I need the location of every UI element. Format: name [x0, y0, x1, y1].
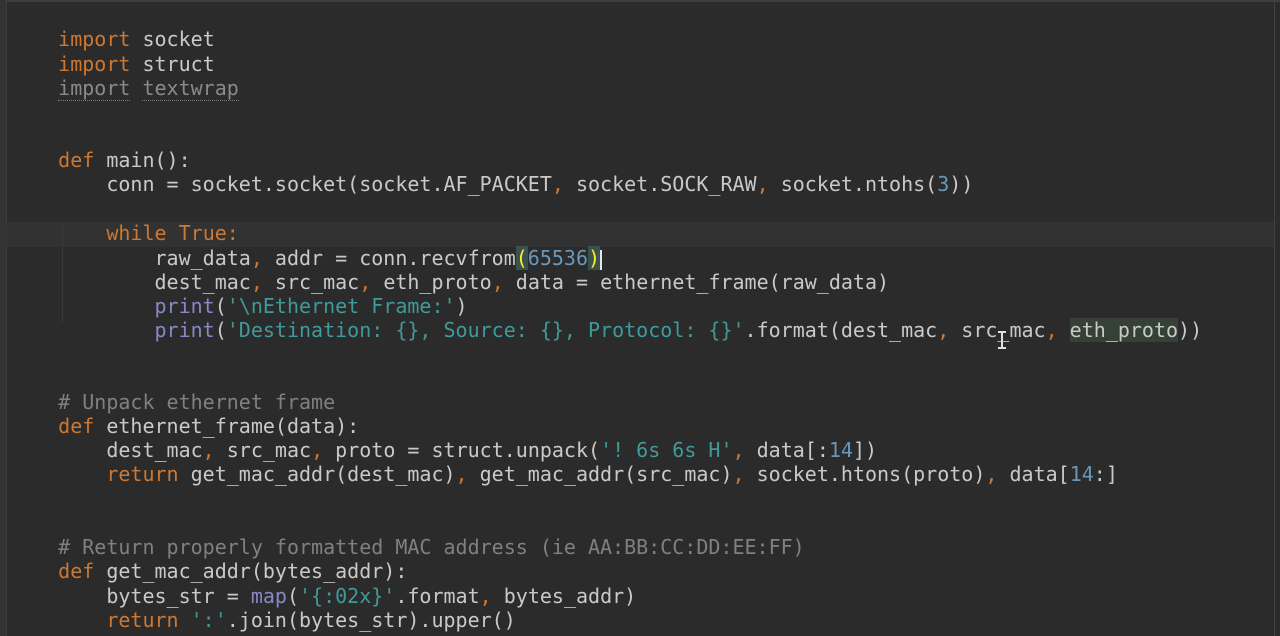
code-line-17[interactable]: return get_mac_addr(dest_mac), get_mac_a… — [10, 438, 1118, 486]
code-text: socket.htons(proto) — [756, 462, 986, 486]
comma: , — [1045, 318, 1070, 342]
code-line-19[interactable]: # Return properly formatted MAC address … — [10, 511, 805, 559]
code-line-22[interactable]: return ':'.join(bytes_str).upper() — [10, 584, 515, 632]
code-text: get_mac_addr(dest_mac) — [178, 462, 456, 486]
code-line-2[interactable]: import struct — [10, 28, 215, 76]
code-line-14[interactable]: # Unpack ethernet frame — [10, 366, 335, 414]
code-line-12[interactable]: print('Destination: {}, Source: {}, Prot… — [10, 294, 1202, 342]
editor-top-border — [0, 0, 1280, 2]
comma: , — [551, 172, 576, 196]
code-text: ( — [214, 318, 227, 342]
keyword: return — [106, 608, 179, 632]
number-literal: 14 — [1069, 462, 1094, 486]
code-line-16[interactable]: dest_mac, src_mac, proto = struct.unpack… — [10, 414, 877, 462]
right-margin-guide — [1274, 0, 1275, 636]
code-text: socket.ntohs( — [780, 172, 938, 196]
builtin-function: print — [154, 318, 215, 342]
unused-import-name: textwrap — [142, 76, 239, 101]
code-text: data[ — [1009, 462, 1070, 486]
code-line-15[interactable]: def ethernet_frame(data): — [10, 390, 359, 438]
comma: , — [455, 462, 480, 486]
code-text: .join(bytes_str).upper() — [226, 608, 516, 632]
code-line-3[interactable]: import textwrap — [10, 52, 239, 101]
code-text: conn = socket.socket(socket.AF_PACKET — [106, 172, 552, 196]
unused-import-keyword: import — [58, 76, 131, 101]
code-line-20[interactable]: def get_mac_addr(bytes_addr): — [10, 535, 407, 583]
code-line-9[interactable]: raw_data, addr = conn.recvfrom(65536) — [10, 222, 603, 270]
code-line-5[interactable]: def main(): — [10, 124, 190, 172]
comma: , — [732, 462, 757, 486]
code-text: )) — [1178, 318, 1203, 342]
highlighted-identifier: eth_proto — [1069, 318, 1179, 342]
comma: , — [985, 462, 1010, 486]
string-literal: ':' — [190, 608, 227, 632]
code-line-1[interactable]: import socket — [10, 3, 215, 51]
editor-gutter — [0, 0, 7, 636]
string-literal: 'Destination: {}, Source: {}, Protocol: … — [226, 318, 745, 342]
comma: , — [491, 270, 516, 294]
code-line-11[interactable]: print('\nEthernet Frame:') — [10, 270, 468, 318]
code-text: socket.SOCK_RAW — [575, 172, 757, 196]
code-text: :] — [1093, 462, 1118, 486]
code-line-10[interactable]: dest_mac, src_mac, eth_proto, data = eth… — [10, 246, 890, 294]
code-text: data = ethernet_frame(raw_data) — [515, 270, 890, 294]
code-line-6[interactable]: conn = socket.socket(socket.AF_PACKET, s… — [10, 148, 973, 196]
code-editor[interactable]: import socket import struct import textw… — [0, 0, 1280, 636]
code-line-8[interactable]: while True: — [10, 197, 238, 245]
code-text: bytes_addr) — [503, 584, 637, 608]
mouse-ibeam-cursor-icon — [997, 331, 1007, 349]
comma: , — [756, 172, 781, 196]
number-literal: 3 — [937, 172, 950, 196]
code-line-21[interactable]: bytes_str = map('{:02x}'.format, bytes_a… — [10, 560, 636, 608]
keyword: return — [106, 462, 179, 486]
code-text: )) — [949, 172, 974, 196]
code-text: get_mac_addr(src_mac) — [479, 462, 733, 486]
comma: , — [937, 318, 962, 342]
code-text: .format(dest_mac — [744, 318, 938, 342]
